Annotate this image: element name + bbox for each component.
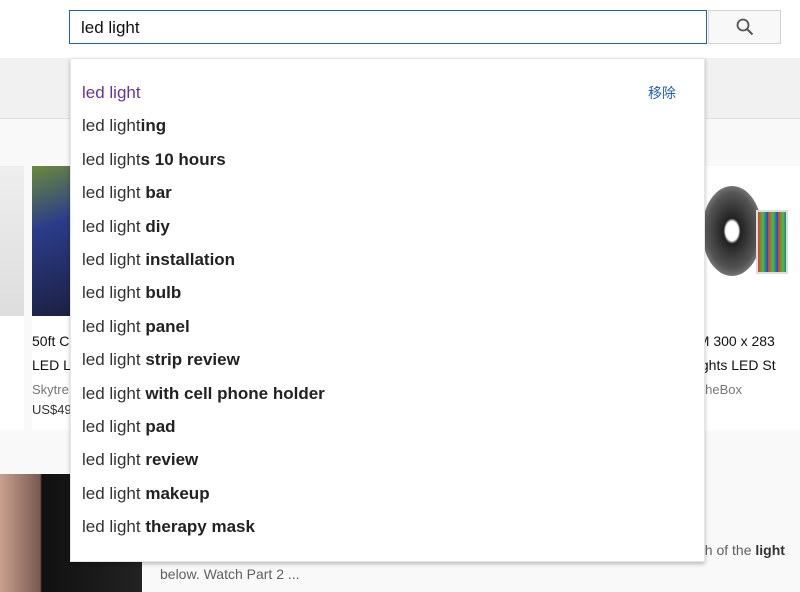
suggestion-completion: makeup [145,483,210,503]
suggestion-item[interactable]: led light panel [82,315,190,339]
suggestion-prefix: led light [82,83,141,102]
suggestion-prefix: led light [82,350,146,370]
suggestion-completion: bulb [145,283,182,303]
autocomplete-dropdown: led light led lighting led lights 10 hours… [70,58,705,562]
suggestion-prefix: led light [82,316,146,336]
suggestion-item[interactable]: led light bulb [82,281,181,305]
suggestion-item[interactable]: led light pad [82,415,176,439]
suggestion-completion: therapy mask [145,517,255,537]
suggestion-item[interactable]: led light makeup [82,482,210,506]
suggestion-completion: ing [140,116,167,136]
suggestion-item[interactable]: led light review [82,448,198,472]
video-description: below. Watch Part 2 ... [160,566,300,582]
suggestion-completion: with cell phone holder [145,383,325,403]
product-title: 50ft C [32,333,70,349]
suggestion-prefix: led light [82,450,146,470]
search-input[interactable]: led light [69,10,707,44]
suggestion-item[interactable]: led lights 10 hours [82,148,226,172]
search-button[interactable] [708,10,781,44]
product-seller: Skytre [32,382,69,397]
suggestion-prefix: led light [82,283,146,303]
suggestion-prefix: led light [82,383,146,403]
suggestion-item[interactable]: led lighting [82,114,166,138]
suggestion-completion: s 10 hours [140,149,226,169]
suggestion-completion: installation [145,250,236,269]
product-title: LED L [32,357,71,373]
suggestion-item[interactable]: led light bar [82,181,172,205]
suggestion-item[interactable]: led light diy [82,215,170,239]
remove-suggestion-button[interactable]: 移除 [648,83,676,103]
suggestion-completion: review [145,450,199,470]
search-icon [736,18,753,36]
suggestion-prefix: led light [82,517,146,537]
suggestion-prefix: led light [82,183,146,203]
product-thumbnail [0,166,24,316]
suggestion-prefix: led light [82,250,146,269]
suggestion-completion: pad [145,417,176,436]
suggestion-completion: strip review [145,350,240,370]
suggestion-prefix: led light [82,216,146,236]
suggestion-item[interactable]: led light with cell phone holder [82,382,325,406]
product-card[interactable]: 5M 300 x 283 Lights LED St nTheBox 91 [690,166,800,430]
suggestion-completion: bar [145,183,172,203]
remote-image [756,210,788,274]
suggestion-prefix: led light [82,149,141,169]
suggestion-item[interactable]: led light strip review [82,348,240,372]
suggestion-prefix: led light [82,483,146,503]
suggestion-completion: diy [145,216,170,236]
suggestion-prefix: led light [82,417,146,436]
product-card[interactable]: 50ft C LED L Skytre US$49 [32,166,72,430]
product-price: US$49 [32,402,72,417]
product-thumbnail [702,186,762,276]
suggestion-completion: panel [145,316,190,336]
suggestion-item[interactable]: led light therapy mask [82,515,255,539]
suggestion-item[interactable]: led light installation [82,248,235,272]
product-thumbnail [32,166,72,316]
suggestion-item[interactable]: led light [82,81,141,105]
product-card[interactable] [0,166,24,430]
suggestion-prefix: led light [82,116,141,136]
description-highlight: light [755,542,785,558]
